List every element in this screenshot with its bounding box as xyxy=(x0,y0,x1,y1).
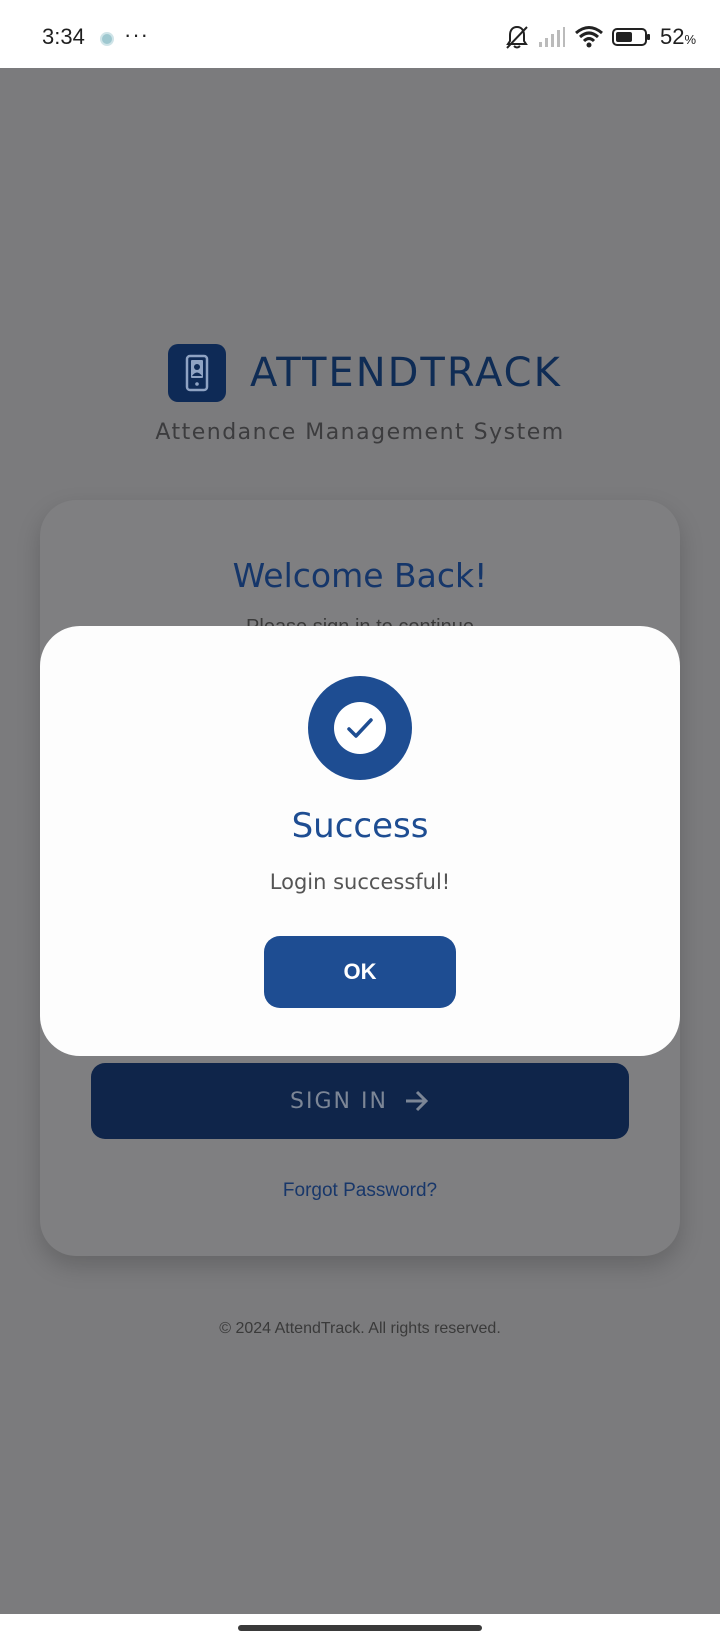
welcome-title: Welcome Back! xyxy=(232,556,488,595)
notification-dot-icon xyxy=(100,32,114,46)
phone-user-icon xyxy=(168,344,226,402)
brand-tagline: Attendance Management System xyxy=(155,420,565,445)
dialog-message: Login successful! xyxy=(269,870,451,894)
ok-button[interactable]: OK xyxy=(264,936,456,1008)
more-notifications-icon: ··· xyxy=(124,22,149,47)
dialog-title: Success xyxy=(291,806,429,846)
mute-bell-icon xyxy=(506,25,528,49)
success-dialog: Success Login successful! OK xyxy=(40,626,680,1056)
sign-in-label: SIGN IN xyxy=(290,1088,388,1114)
battery-icon xyxy=(611,28,650,46)
success-badge xyxy=(308,676,412,780)
status-bar: 3:34 ··· 52% xyxy=(0,0,720,68)
brand-name: ATTENDTRACK xyxy=(250,350,562,396)
signal-icon xyxy=(538,27,565,47)
sign-in-button[interactable]: SIGN IN xyxy=(91,1063,629,1139)
arrow-right-icon xyxy=(405,1090,429,1112)
status-icons: 52% xyxy=(504,24,696,50)
check-icon xyxy=(334,702,386,754)
footer-copyright: © 2024 AttendTrack. All rights reserved. xyxy=(219,1320,501,1337)
navigation-bar xyxy=(0,1614,720,1640)
home-indicator[interactable] xyxy=(238,1625,482,1631)
status-time: 3:34 xyxy=(42,24,85,49)
forgot-password-link[interactable]: Forgot Password? xyxy=(40,1180,680,1202)
wifi-icon xyxy=(574,26,603,48)
battery-percent: 52% xyxy=(659,24,696,49)
brand-header: ATTENDTRACK xyxy=(168,344,562,402)
